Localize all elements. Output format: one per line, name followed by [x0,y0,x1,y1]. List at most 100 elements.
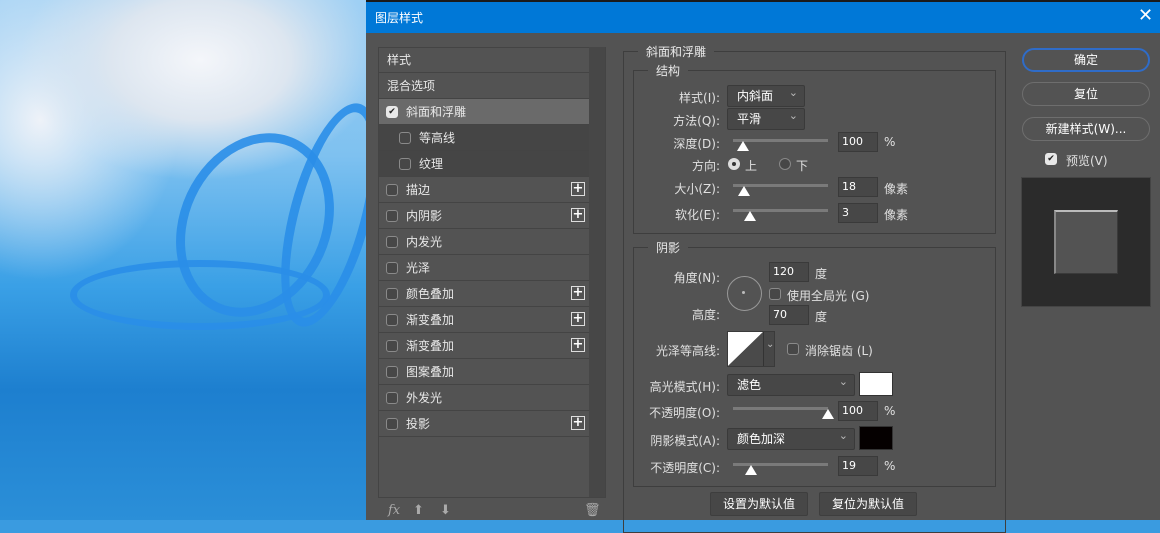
style-list-item[interactable]: 外发光 [379,385,589,411]
gloss-contour-picker[interactable]: ⌄ [727,331,775,367]
shadow-opacity-label: 不透明度(C): [650,461,720,475]
shading-title: 阴影 [656,241,681,255]
style-list-item[interactable]: 内发光 [379,229,589,255]
shadow-opacity-input[interactable]: 19 [838,456,878,476]
document-canvas [0,0,366,520]
new-style-button[interactable]: 新建样式(W)... [1022,117,1150,141]
shadow-color-swatch[interactable] [859,426,893,450]
technique-dropdown[interactable]: 平滑 [727,106,805,130]
reset-button[interactable]: 复位 [1022,82,1150,106]
move-down-icon[interactable]: ⬇ [440,503,451,518]
add-icon[interactable]: + [571,416,585,430]
style-dropdown[interactable]: 内斜面 [727,83,805,107]
technique-label: 方法(Q): [673,114,720,128]
checkbox[interactable] [386,287,398,300]
depth-slider-thumb[interactable] [736,141,749,151]
highlight-mode-dropdown[interactable]: 滤色 [727,372,855,396]
highlight-opacity-slider[interactable] [733,407,828,410]
soften-slider-thumb[interactable] [744,211,757,221]
size-slider-thumb[interactable] [738,186,751,196]
checkbox[interactable] [399,157,411,170]
antialias-checkbox[interactable] [787,343,799,355]
add-icon[interactable]: + [571,338,585,352]
reset-default-button[interactable]: 复位为默认值 [819,492,917,516]
checkbox[interactable] [386,313,398,326]
style-preview [1021,177,1151,307]
angle-dial[interactable] [727,276,762,311]
style-list-item-label: 描边 [406,183,431,197]
style-list-item-label: 光泽 [406,261,431,275]
checkbox[interactable] [386,183,398,196]
chevron-down-icon: ⌄ [766,339,775,350]
structure-title: 结构 [656,64,681,78]
style-list-scrollbar[interactable] [589,47,605,497]
fx-icon[interactable]: fx [388,503,400,518]
close-icon[interactable]: ✕ [1138,5,1153,26]
angle-input[interactable]: 120 [769,262,809,282]
dialog-titlebar[interactable] [366,2,1160,33]
size-unit: 像素 [884,182,909,196]
preview-swatch [1054,210,1118,274]
style-list-item[interactable]: 描边 + [379,177,589,203]
soften-unit: 像素 [884,208,909,222]
style-list-item[interactable]: 样式 [379,47,589,73]
checkbox[interactable] [386,235,398,248]
style-list-item[interactable]: 混合选项 [379,73,589,99]
depth-label: 深度(D): [673,137,720,151]
preview-label: 预览(V) [1066,154,1108,168]
angle-unit: 度 [815,267,828,281]
style-list-item[interactable]: 颜色叠加 + [379,281,589,307]
checkbox[interactable]: ✔ [386,105,398,118]
style-list-item[interactable]: 等高线 [379,125,589,151]
style-list-item[interactable]: 渐变叠加 + [379,307,589,333]
direction-up-radio[interactable] [728,158,740,170]
style-list-item-label: 颜色叠加 [406,287,455,301]
add-icon[interactable]: + [571,182,585,196]
dialog-title: 图层样式 [375,11,424,25]
altitude-input[interactable]: 70 [769,305,809,325]
preview-checkbox[interactable]: ✔ [1045,153,1057,165]
size-input[interactable]: 18 [838,177,878,197]
soften-label: 软化(E): [675,208,720,222]
style-list-item[interactable]: 内阴影 + [379,203,589,229]
highlight-opacity-thumb[interactable] [822,409,834,419]
soften-input[interactable]: 3 [838,203,878,223]
highlight-color-swatch[interactable] [859,372,893,396]
shadow-opacity-thumb[interactable] [745,465,758,475]
checkbox[interactable] [399,131,411,144]
style-list-item[interactable]: ✔ 斜面和浮雕 [379,99,589,125]
direction-up-label: 上 [745,159,758,173]
make-default-button[interactable]: 设置为默认值 [710,492,808,516]
direction-down-radio[interactable] [779,158,791,170]
checkbox[interactable] [386,365,398,378]
style-list-item-label: 渐变叠加 [406,339,455,353]
depth-input[interactable]: 100 [838,132,878,152]
global-light-checkbox[interactable] [769,288,781,300]
checkbox[interactable] [386,261,398,274]
move-up-icon[interactable]: ⬆ [413,503,424,518]
style-list-item[interactable]: 投影 + [379,411,589,437]
style-list-item[interactable]: 图案叠加 [379,359,589,385]
highlight-opacity-label: 不透明度(O): [649,406,720,420]
shadow-mode-label: 阴影模式(A): [650,434,720,448]
style-list-item-label: 内发光 [406,235,443,249]
size-label: 大小(Z): [674,182,720,196]
add-icon[interactable]: + [571,208,585,222]
checkbox[interactable] [386,391,398,404]
style-list-item-label: 混合选项 [387,79,436,93]
highlight-opacity-input[interactable]: 100 [838,401,878,421]
checkbox[interactable] [386,339,398,352]
trash-icon[interactable]: 🗑 [584,503,601,518]
shadow-mode-dropdown[interactable]: 颜色加深 [727,426,855,450]
style-list-item[interactable]: 光泽 [379,255,589,281]
style-list-item-label: 渐变叠加 [406,313,455,327]
style-list-item[interactable]: 渐变叠加 + [379,333,589,359]
checkbox[interactable] [386,417,398,430]
contour-icon [728,332,763,366]
checkbox[interactable] [386,209,398,222]
style-list-item[interactable]: 纹理 [379,151,589,177]
add-icon[interactable]: + [571,286,585,300]
style-list-item-label: 样式 [387,53,412,67]
ok-button[interactable]: 确定 [1022,48,1150,72]
add-icon[interactable]: + [571,312,585,326]
